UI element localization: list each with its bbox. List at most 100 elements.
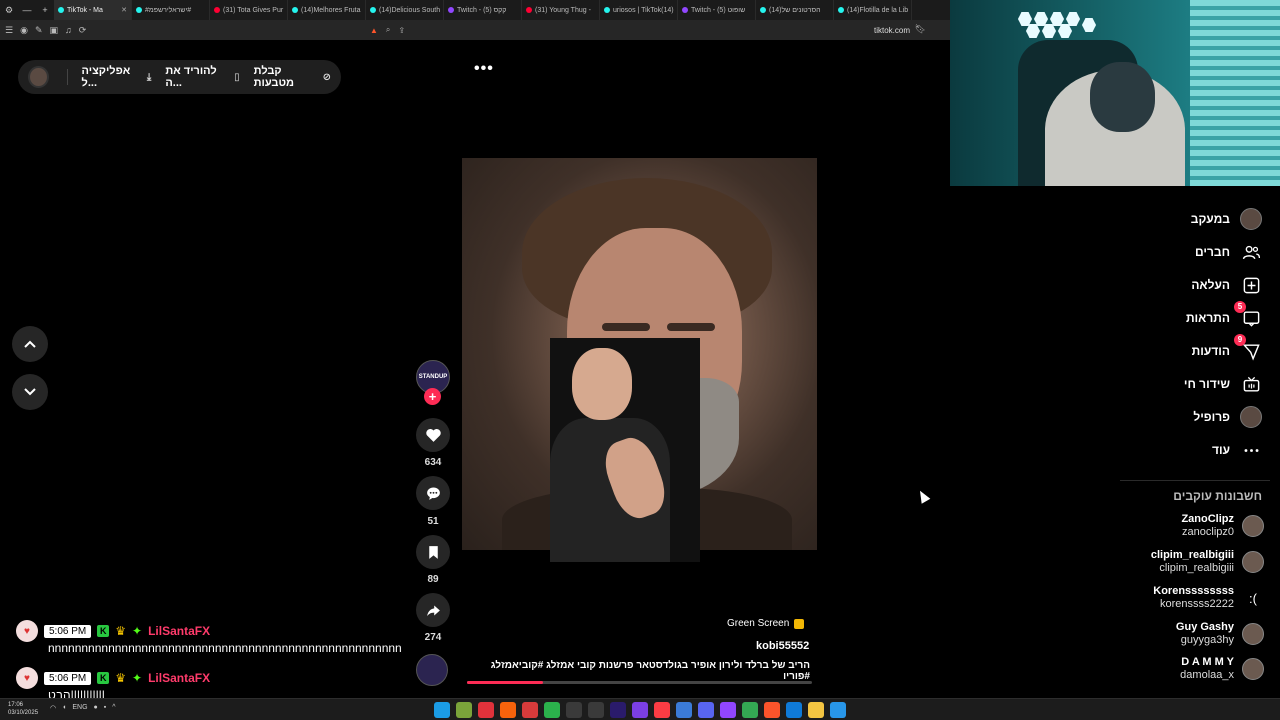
get-coins-button[interactable]: קבלת מטבעות ⊘	[254, 65, 331, 89]
app-purple-icon[interactable]	[632, 702, 648, 718]
caption-username[interactable]: kobi55552	[756, 640, 809, 652]
browser-tab[interactable]: Twitch - קקס (5)	[444, 0, 522, 20]
followed-account[interactable]: Guy Gashy guyyga3hy	[1176, 621, 1264, 647]
volume-icon[interactable]: ◖	[62, 704, 66, 712]
app-blue-icon[interactable]	[676, 702, 692, 718]
music-app-icon[interactable]	[654, 702, 670, 718]
app-gray-icon[interactable]	[588, 702, 604, 718]
get-app-button[interactable]: אפליקציה ל... ⤓	[82, 65, 152, 89]
discord-icon[interactable]	[698, 702, 714, 718]
more-options-icon[interactable]: •••	[474, 60, 494, 78]
followed-account[interactable]: ZanoClipz zanoclipz0	[1181, 513, 1264, 539]
twitch-icon	[682, 7, 688, 13]
minimize-icon[interactable]: —	[18, 0, 36, 20]
hex-light	[1018, 12, 1032, 26]
account-handle: damolaa_x	[1180, 669, 1234, 681]
browser-menu-icon[interactable]: ⚙	[0, 0, 18, 20]
brave-shield-icon[interactable]: ▲	[370, 26, 378, 35]
chat-timestamp: 5:06 PM	[44, 624, 92, 638]
browser-tab-label: (14)Melhores Fruta	[301, 6, 361, 14]
wifi-icon[interactable]: ◠	[50, 704, 56, 712]
sidebar-item-friends[interactable]: חברים	[1195, 241, 1262, 263]
sidebar-item-following-avatar[interactable]: במעקב	[1191, 208, 1262, 230]
app-red-icon[interactable]	[478, 702, 494, 718]
music-icon[interactable]: ♫	[65, 25, 72, 36]
minecraft-icon[interactable]	[456, 702, 472, 718]
browser-tab[interactable]: uriosos | TikTok(14)	[600, 0, 678, 20]
sidebar-item-profile-avatar[interactable]: פרופיל	[1193, 406, 1262, 428]
youtube-icon	[214, 7, 220, 13]
sidebar-item-messages[interactable]: הודעות 9	[1192, 334, 1262, 362]
clock-date: 03/10/2025	[8, 710, 39, 716]
location-icon[interactable]: ◉	[20, 25, 28, 36]
previous-video-button[interactable]	[12, 326, 48, 362]
search-icon[interactable]: ⌕	[386, 25, 390, 35]
browser-tab[interactable]: (14)הסרטונים של	[756, 0, 834, 20]
bookmark-icon[interactable]: 🔖︎	[915, 24, 926, 35]
brave-icon[interactable]	[764, 702, 780, 718]
browser-tab[interactable]: (14)Flotilla de la Lib	[834, 0, 912, 20]
language-indicator[interactable]: ENG	[72, 704, 87, 712]
download-app-button[interactable]: להוריד את ה... ▯	[165, 65, 239, 89]
edge-icon[interactable]	[786, 702, 802, 718]
browser-tab[interactable]: TikTok - Ma ✕	[54, 0, 132, 20]
user-avatar[interactable]	[28, 66, 49, 88]
steam-icon[interactable]	[434, 702, 450, 718]
app-windows-icon[interactable]	[830, 702, 846, 718]
chrome-icon[interactable]	[742, 702, 758, 718]
premiere-icon[interactable]	[610, 702, 626, 718]
caption-text: הריב של ברלד ולירון אופיר בגולדסטאר פרשנ…	[490, 660, 810, 682]
share-button[interactable]	[416, 593, 450, 627]
sidebar-divider	[1120, 480, 1270, 481]
extension-icon[interactable]: ⟳	[79, 25, 87, 36]
sidebar-toggle-icon[interactable]: ☰	[5, 25, 13, 36]
taskbar-clock[interactable]: 17:06 03/10/2025	[8, 701, 38, 717]
video-progress-bar[interactable]	[467, 681, 812, 684]
notification-badge: 5	[1234, 301, 1246, 313]
sidebar-item-upload[interactable]: העלאה	[1191, 274, 1262, 296]
browser-tab[interactable]: (14)Delicious South	[366, 0, 444, 20]
new-tab-icon[interactable]: +	[36, 0, 54, 20]
sidebar-item-live[interactable]: שידור חי	[1184, 373, 1262, 395]
app-orange-icon[interactable]	[500, 702, 516, 718]
url-text[interactable]: tiktok.com	[874, 26, 910, 35]
sidebar-item-inbox[interactable]: התראות 5	[1186, 301, 1262, 329]
browser-tab-label: TikTok - Ma	[67, 6, 103, 14]
pen-icon[interactable]: ✎	[35, 25, 43, 36]
split-view-icon[interactable]: ▣	[49, 25, 58, 36]
browser-tab[interactable]: Twitch - שופוט (5)	[678, 0, 756, 20]
star-badge-icon: ✦	[132, 671, 143, 685]
followed-account[interactable]: clipim_realbigiii clipim_realbigiii	[1151, 549, 1264, 575]
followed-account[interactable]: Korenssssssss korenssss2222:(	[1153, 585, 1264, 611]
chat-avatar: ♥	[16, 620, 38, 642]
tray-expand-icon[interactable]: ^	[112, 704, 115, 712]
follow-button[interactable]: +	[424, 388, 441, 405]
effect-tag[interactable]: Green Screen	[727, 618, 805, 629]
sidebar-item-label: שידור חי	[1183, 377, 1230, 391]
followed-account[interactable]: D A M M Ydamolaa_x	[1180, 656, 1264, 682]
twitch-icon[interactable]	[720, 702, 736, 718]
tray-icon[interactable]: ▪	[104, 704, 106, 712]
sidebar-item-more[interactable]: עוד	[1212, 439, 1262, 461]
like-button[interactable]	[416, 418, 450, 452]
browser-tab[interactable]: (31) Tota Gives Pur	[210, 0, 288, 20]
account-avatar-symbol: :(	[1249, 590, 1257, 606]
save-button[interactable]	[416, 535, 450, 569]
account-name: D A M M Y	[1181, 656, 1234, 668]
mic-icon[interactable]: ●	[94, 704, 98, 712]
comment-button[interactable]	[416, 476, 450, 510]
browser-tab[interactable]: #ישראלירשפמ#	[132, 0, 210, 20]
app-green-icon[interactable]	[544, 702, 560, 718]
address-bar[interactable]: ▲ ⌕ ⇪ tiktok.com	[370, 23, 910, 37]
close-tab-icon[interactable]: ✕	[121, 6, 127, 14]
like-count: 634	[424, 457, 442, 468]
next-video-button[interactable]	[12, 374, 48, 410]
browser-tab[interactable]: (14)Melhores Fruta	[288, 0, 366, 20]
browser-tab-label: (31) Young Thug -	[535, 6, 591, 14]
settings-icon[interactable]	[566, 702, 582, 718]
caption-avatar[interactable]	[416, 654, 448, 686]
file-explorer-icon[interactable]	[808, 702, 824, 718]
share-icon[interactable]: ⇪	[398, 26, 405, 35]
browser-tab[interactable]: (31) Young Thug -	[522, 0, 600, 20]
app-red2-icon[interactable]	[522, 702, 538, 718]
